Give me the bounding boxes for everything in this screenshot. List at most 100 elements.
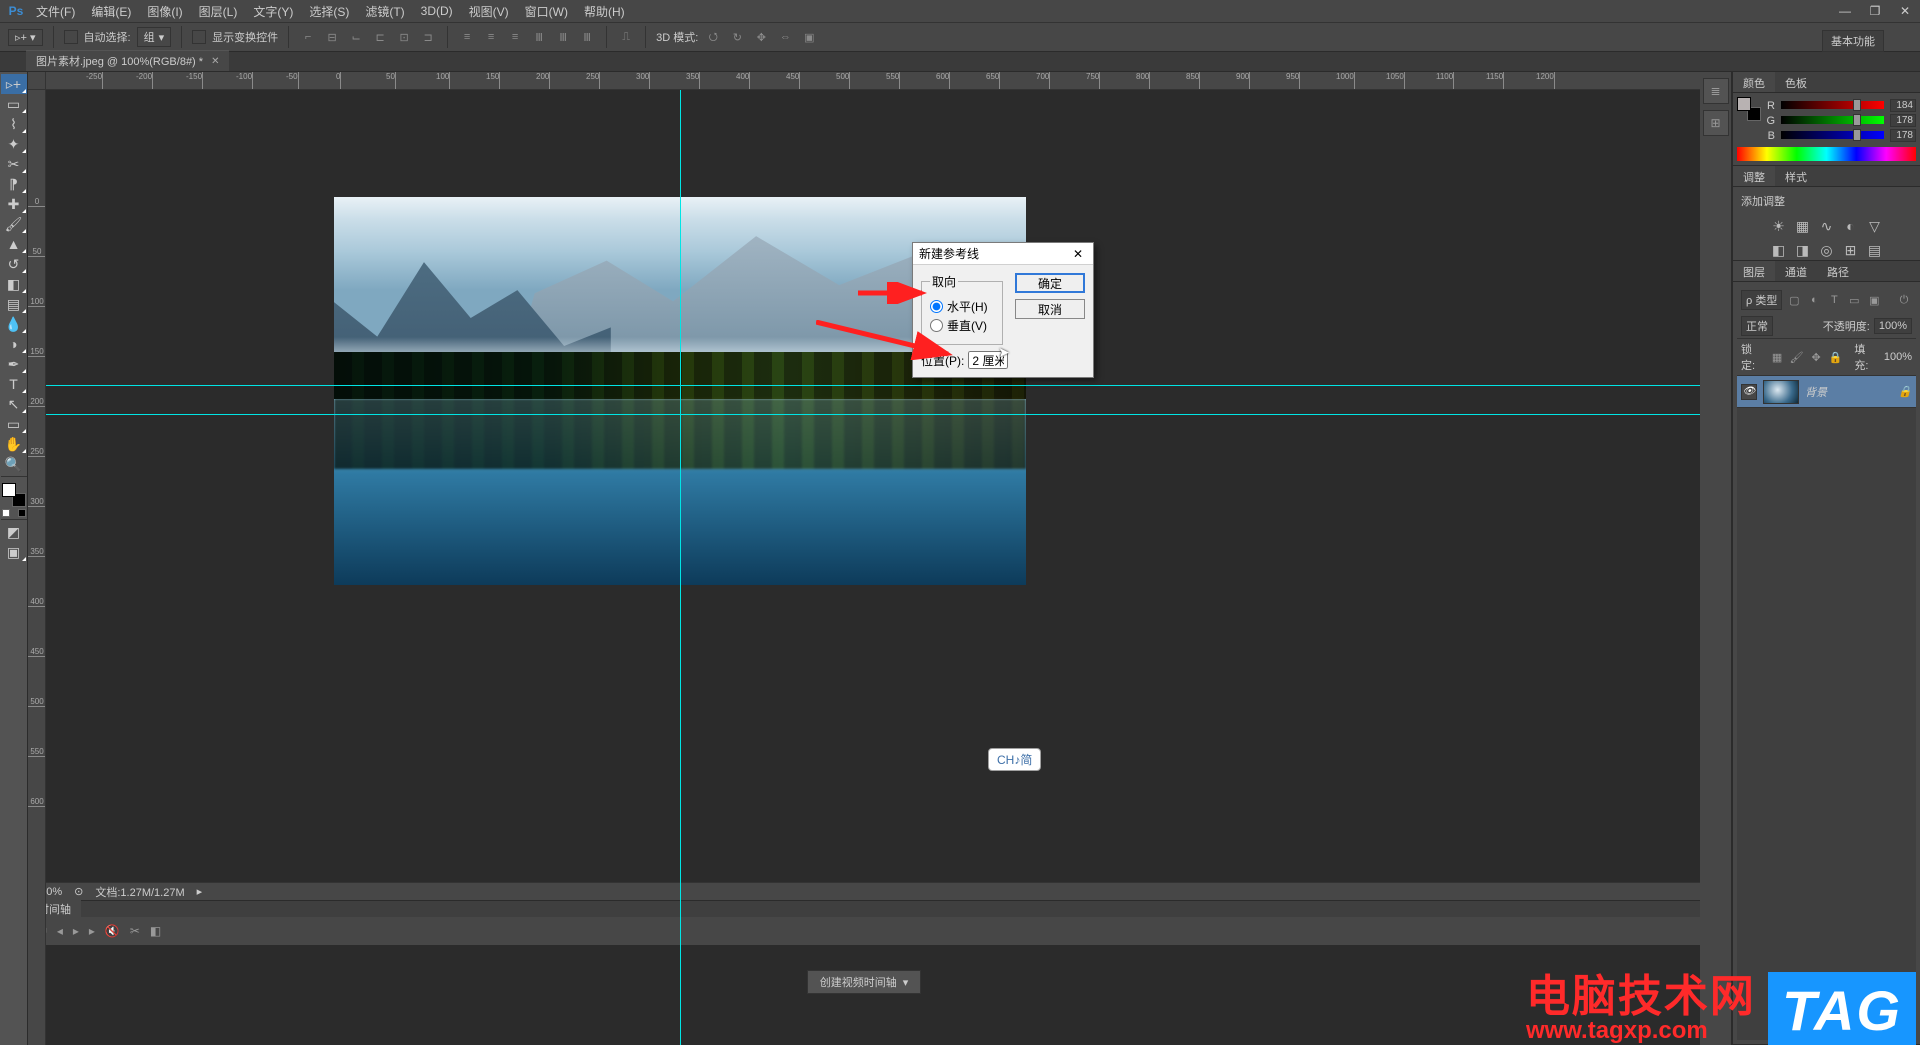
menu-select[interactable]: 选择(S) [301, 3, 357, 20]
menu-image[interactable]: 图像(I) [139, 3, 190, 20]
hand-tool-icon[interactable]: ✋ [1, 434, 27, 454]
menu-edit[interactable]: 编辑(E) [83, 3, 139, 20]
opacity-value[interactable]: 100% [1874, 318, 1912, 334]
transition-icon[interactable]: ◧ [150, 924, 161, 938]
create-video-timeline-button[interactable]: 创建视频时间轴 ▾ [807, 970, 922, 994]
3d-slide-icon[interactable]: ⇔ [776, 28, 794, 46]
adj-lookup-icon[interactable]: ▤ [1866, 241, 1884, 259]
color-b-value[interactable]: 178 [1890, 129, 1916, 142]
color-spectrum[interactable] [1737, 147, 1916, 161]
guide-horizontal-1[interactable] [46, 385, 1700, 386]
orientation-horizontal[interactable]: 水平(H) [930, 298, 994, 315]
mute-icon[interactable]: 🔇 [105, 924, 120, 938]
ruler-vertical[interactable]: 050100150200250300350400450500550600 [28, 90, 46, 1045]
foreground-color-swatch[interactable] [2, 483, 16, 497]
guide-vertical[interactable] [680, 90, 681, 1045]
distribute-bottom-icon[interactable]: ≡ [506, 28, 524, 46]
blend-mode-select[interactable]: 正常 [1741, 316, 1773, 336]
guide-horizontal-2[interactable] [46, 414, 1700, 415]
lock-position-icon[interactable]: ✥ [1810, 350, 1823, 364]
dialog-close-icon[interactable]: ✕ [1069, 247, 1087, 261]
layer-row[interactable]: 👁 背景 🔒 [1737, 376, 1916, 408]
timeline-panel-tab[interactable]: 时间轴 [28, 900, 1700, 917]
marquee-tool-icon[interactable]: ▭ [1, 94, 27, 114]
adj-exposure-icon[interactable]: ◐ [1842, 217, 1860, 235]
layer-lock-icon[interactable]: 🔒 [1898, 385, 1912, 399]
brush-tool-icon[interactable]: 🖌 [1, 214, 27, 234]
menu-window[interactable]: 窗口(W) [517, 3, 576, 20]
tab-styles[interactable]: 样式 [1775, 166, 1817, 186]
fill-value[interactable]: 100% [1884, 351, 1912, 363]
adj-brightness-icon[interactable]: ☀ [1770, 217, 1788, 235]
filter-adjustment-icon[interactable]: ◐ [1806, 292, 1822, 308]
menu-type[interactable]: 文字(Y) [245, 3, 301, 20]
distribute-left-icon[interactable]: Ⅲ [530, 28, 548, 46]
tab-layers[interactable]: 图层 [1733, 261, 1775, 281]
color-swatch[interactable] [1, 483, 27, 517]
crop-tool-icon[interactable]: ✂ [1, 154, 27, 174]
split-icon[interactable]: ✂ [130, 924, 140, 938]
step-fwd-icon[interactable]: ▸ [89, 924, 95, 938]
distribute-top-icon[interactable]: ≡ [458, 28, 476, 46]
align-right-icon[interactable]: ⊐ [419, 28, 437, 46]
adj-photo-filter-icon[interactable]: ◎ [1818, 241, 1836, 259]
lock-all-icon[interactable]: 🔒 [1829, 350, 1843, 364]
menu-file[interactable]: 文件(F) [28, 3, 83, 20]
layer-thumbnail[interactable] [1763, 380, 1799, 404]
distribute-right-icon[interactable]: Ⅲ [578, 28, 596, 46]
window-maximize-icon[interactable]: ❐ [1860, 0, 1890, 22]
menu-view[interactable]: 视图(V) [461, 3, 517, 20]
dodge-tool-icon[interactable]: ◑ [1, 334, 27, 354]
align-bottom-icon[interactable]: ⌙ [347, 28, 365, 46]
menu-filter[interactable]: 滤镜(T) [357, 3, 412, 20]
tool-preset-selector[interactable]: ▹+ ▾ [8, 29, 43, 46]
history-panel-icon[interactable]: ≣ [1703, 78, 1729, 104]
distribute-vcenter-icon[interactable]: ≡ [482, 28, 500, 46]
show-transform-checkbox[interactable] [192, 30, 206, 44]
adj-hue-icon[interactable]: ◧ [1770, 241, 1788, 259]
move-tool-icon[interactable]: ▹+ [1, 74, 27, 94]
blur-tool-icon[interactable]: 💧 [1, 314, 27, 334]
layer-filter-kind[interactable]: ρ 类型 [1741, 290, 1782, 310]
color-g-value[interactable]: 178 [1890, 114, 1916, 127]
chevron-down-icon[interactable]: ▾ [903, 976, 909, 989]
close-icon[interactable]: ✕ [211, 56, 219, 67]
distribute-hcenter-icon[interactable]: Ⅲ [554, 28, 572, 46]
ruler-horizontal[interactable]: -250-200-150-100-50050100150200250300350… [46, 72, 1700, 90]
align-hcenter-icon[interactable]: ⊡ [395, 28, 413, 46]
stamp-tool-icon[interactable]: ▲ [1, 234, 27, 254]
filter-pixel-icon[interactable]: ▢ [1786, 292, 1802, 308]
properties-panel-icon[interactable]: ⊞ [1703, 110, 1729, 136]
document-tab[interactable]: 图片素材.jpeg @ 100%(RGB/8#) * ✕ [26, 50, 229, 71]
dialog-titlebar[interactable]: 新建参考线 ✕ [913, 243, 1093, 265]
align-top-icon[interactable]: ⌐ [299, 28, 317, 46]
3d-camera-icon[interactable]: ▣ [800, 28, 818, 46]
adj-curves-icon[interactable]: ∿ [1818, 217, 1836, 235]
step-back-icon[interactable]: ◂ [57, 924, 63, 938]
tab-adjustments[interactable]: 调整 [1733, 166, 1775, 186]
adj-channel-mixer-icon[interactable]: ⊞ [1842, 241, 1860, 259]
zoom-tool-icon[interactable]: 🔍 [1, 454, 27, 474]
tab-channels[interactable]: 通道 [1775, 261, 1817, 281]
screenmode-icon[interactable]: ▣ [1, 542, 27, 562]
path-select-tool-icon[interactable]: ↖ [1, 394, 27, 414]
align-left-icon[interactable]: ⊏ [371, 28, 389, 46]
workspace-switcher[interactable]: 基本功能 [1822, 30, 1884, 52]
visibility-toggle-icon[interactable]: 👁 [1741, 384, 1757, 400]
color-r-value[interactable]: 184 [1890, 99, 1916, 112]
adj-bw-icon[interactable]: ◨ [1794, 241, 1812, 259]
auto-select-checkbox[interactable] [64, 30, 78, 44]
cancel-button[interactable]: 取消 [1015, 299, 1085, 319]
auto-select-dropdown[interactable]: 组 ▾ [137, 27, 172, 47]
status-arrow-icon[interactable]: ▸ [197, 885, 203, 898]
healing-tool-icon[interactable]: ✚ [1, 194, 27, 214]
lock-trans-icon[interactable]: ▦ [1770, 350, 1783, 364]
3d-pan-icon[interactable]: ✥ [752, 28, 770, 46]
filter-smart-icon[interactable]: ▣ [1866, 292, 1882, 308]
auto-align-icon[interactable]: ⎍ [617, 28, 635, 46]
pen-tool-icon[interactable]: ✒ [1, 354, 27, 374]
tab-color[interactable]: 颜色 [1733, 72, 1775, 92]
status-menu-icon[interactable]: ⊙ [74, 885, 83, 898]
wand-tool-icon[interactable]: ✦ [1, 134, 27, 154]
shape-tool-icon[interactable]: ▭ [1, 414, 27, 434]
